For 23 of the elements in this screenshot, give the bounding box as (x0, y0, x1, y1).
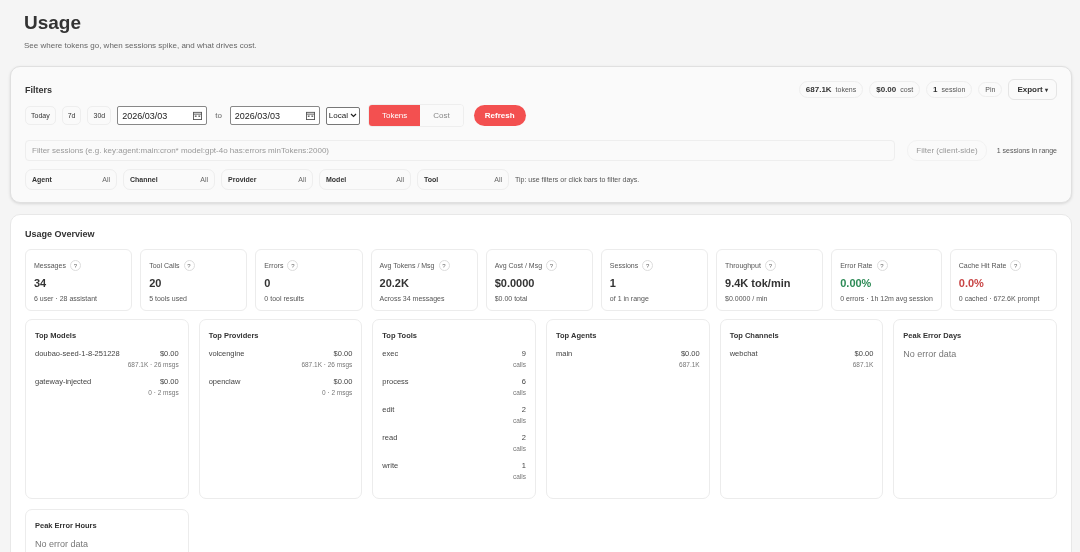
panel-title: Usage Overview (25, 229, 96, 239)
panel-title: Filters (25, 84, 52, 95)
metric-value: $0.0000 (494, 277, 536, 289)
calendar-icon[interactable] (193, 111, 203, 120)
metric-value: 0.0% (958, 277, 985, 289)
calendar-icon[interactable] (305, 111, 315, 120)
metric-value: 20.2K (379, 277, 410, 289)
page-title: Usage (24, 12, 83, 34)
metric-value: 34 (34, 277, 48, 289)
date-field[interactable]: 2026/03/03 (117, 106, 208, 125)
date-field[interactable]: 2026/03/03 (229, 106, 320, 125)
page-subtitle: See where tokens go, when sessions spike, and what drives cost. (24, 41, 257, 50)
chevron-down-icon (349, 113, 357, 118)
metric-value: 0.00% (840, 277, 873, 289)
session-filter-field[interactable]: Filter sessions (e.g. key:agent:main:cron* model:gpt-4o has:errors minTokens:2000) (25, 140, 896, 161)
metric-value: 20 (149, 277, 163, 289)
metric-value: 9.4K tok/min (725, 277, 792, 289)
empty-message: No error data (903, 349, 958, 359)
empty-message: No error data (35, 539, 90, 549)
timezone-select[interactable]: Local (325, 106, 360, 125)
metric-value: 0 (264, 277, 272, 289)
metric-value: 1 (609, 277, 617, 289)
range-separator: to (215, 111, 222, 120)
